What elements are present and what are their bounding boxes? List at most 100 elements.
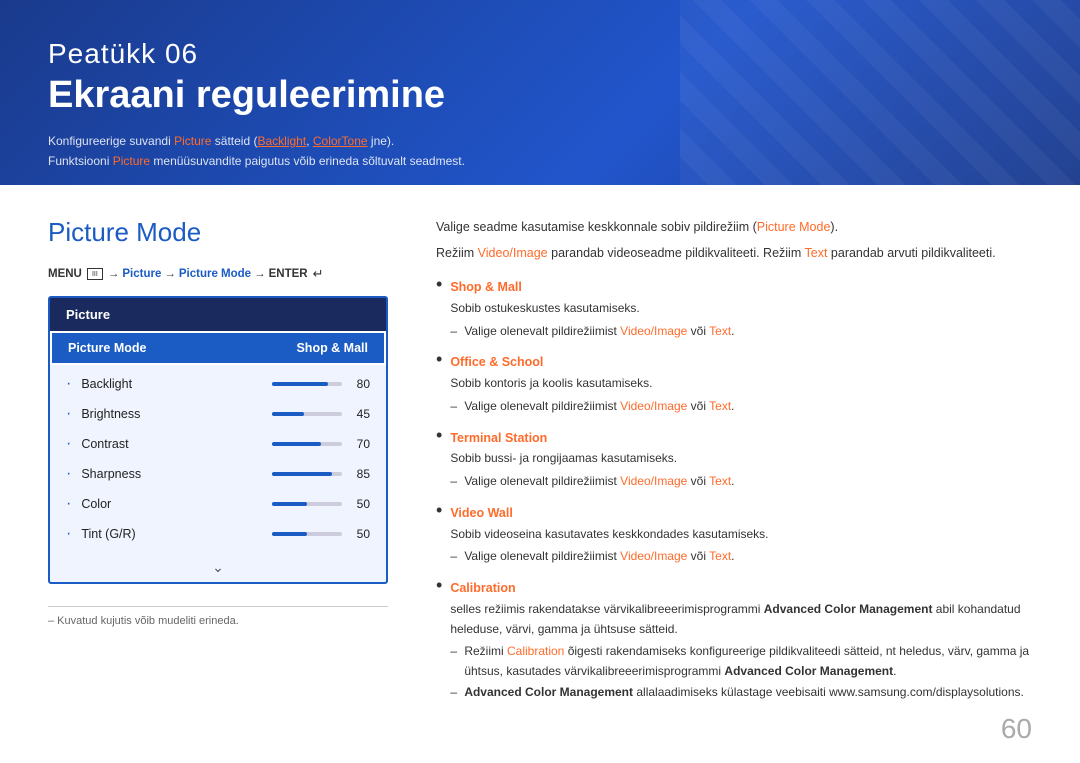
setting-label: Tint (G/R) bbox=[81, 527, 264, 541]
sub-list: Valige olenevalt pildirežiimist Video/Im… bbox=[450, 547, 768, 567]
bullet-title: Calibration bbox=[450, 578, 1032, 599]
bullet-dot: • bbox=[436, 426, 442, 444]
picture-mode-value: Shop & Mall bbox=[296, 341, 368, 355]
menu-path: MENU III → Picture → Picture Mode → ENTE… bbox=[48, 266, 388, 282]
setting-bar-container: 50 bbox=[272, 527, 370, 541]
list-item: • Office & SchoolSobib kontoris ja kooli… bbox=[436, 352, 1032, 417]
setting-dot: · bbox=[66, 436, 71, 452]
header-banner: Peatükk 06 Ekraani reguleerimine Konfigu… bbox=[0, 0, 1080, 185]
sub-list-item: Valige olenevalt pildirežiimist Video/Im… bbox=[450, 472, 734, 492]
sub-list: Valige olenevalt pildirežiimist Video/Im… bbox=[450, 397, 734, 417]
bullet-title: Video Wall bbox=[450, 503, 768, 524]
setting-bar-fill bbox=[272, 382, 328, 386]
page-number: 60 bbox=[1001, 713, 1032, 745]
setting-bar bbox=[272, 412, 342, 416]
bullet-dot: • bbox=[436, 576, 442, 594]
bullet-title: Office & School bbox=[450, 352, 734, 373]
setting-value: 70 bbox=[350, 437, 370, 451]
intro-line1: Valige seadme kasutamise keskkonnale sob… bbox=[436, 217, 1032, 238]
bullet-dot: • bbox=[436, 350, 442, 368]
list-item: • Shop & MallSobib ostukeskustes kasutam… bbox=[436, 277, 1032, 342]
sub-list-item: Režiimi Calibration õigesti rakendamisek… bbox=[450, 642, 1032, 682]
picture-mode-row[interactable]: Picture Mode Shop & Mall bbox=[50, 331, 386, 365]
header-desc-line1: Konfigureerige suvandi Picture sätteid (… bbox=[48, 131, 1032, 151]
setting-dot: · bbox=[66, 466, 71, 482]
setting-label: Sharpness bbox=[81, 467, 264, 481]
sub-list-item: Valige olenevalt pildirežiimist Video/Im… bbox=[450, 547, 768, 567]
bullet-desc: selles režiimis rakendatakse värvikalibr… bbox=[450, 600, 1032, 640]
bullet-title: Terminal Station bbox=[450, 428, 734, 449]
setting-label: Backlight bbox=[81, 377, 264, 391]
sub-list: Valige olenevalt pildirežiimist Video/Im… bbox=[450, 322, 734, 342]
bullet-content: Calibrationselles režiimis rakendatakse … bbox=[450, 578, 1032, 704]
panel-footnote: – Kuvatud kujutis võib mudeliti erineda. bbox=[48, 615, 388, 627]
setting-row[interactable]: · Sharpness 85 bbox=[50, 459, 386, 489]
setting-row[interactable]: · Color 50 bbox=[50, 489, 386, 519]
setting-dot: · bbox=[66, 526, 71, 542]
enter-icon: ↵ bbox=[313, 266, 324, 282]
setting-bar bbox=[272, 442, 342, 446]
setting-label: Contrast bbox=[81, 437, 264, 451]
sub-list: Režiimi Calibration õigesti rakendamisek… bbox=[450, 642, 1032, 702]
bullet-desc: Sobib bussi- ja rongijaamas kasutamiseks… bbox=[450, 449, 734, 469]
setting-bar-container: 50 bbox=[272, 497, 370, 511]
bullet-desc: Sobib kontoris ja koolis kasutamiseks. bbox=[450, 374, 734, 394]
setting-value: 45 bbox=[350, 407, 370, 421]
setting-bar-fill bbox=[272, 472, 332, 476]
setting-row[interactable]: · Contrast 70 bbox=[50, 429, 386, 459]
bullet-dot: • bbox=[436, 275, 442, 293]
setting-dot: · bbox=[66, 406, 71, 422]
list-item: • Video WallSobib videoseina kasutavates… bbox=[436, 503, 1032, 568]
bullet-list: • Shop & MallSobib ostukeskustes kasutam… bbox=[436, 277, 1032, 703]
bullet-content: Office & SchoolSobib kontoris ja koolis … bbox=[450, 352, 734, 417]
intro-line2: Režiim Video/Image parandab videoseadme … bbox=[436, 243, 1032, 264]
setting-bar-container: 80 bbox=[272, 377, 370, 391]
setting-bar-container: 85 bbox=[272, 467, 370, 481]
setting-dot: · bbox=[66, 496, 71, 512]
picture-panel: Picture Picture Mode Shop & Mall · Backl… bbox=[48, 296, 388, 584]
setting-bar bbox=[272, 532, 342, 536]
setting-value: 50 bbox=[350, 527, 370, 541]
bullet-title: Shop & Mall bbox=[450, 277, 734, 298]
list-item: • Calibrationselles režiimis rakendataks… bbox=[436, 578, 1032, 704]
bullet-content: Shop & MallSobib ostukeskustes kasutamis… bbox=[450, 277, 734, 342]
setting-value: 85 bbox=[350, 467, 370, 481]
setting-bar-fill bbox=[272, 502, 307, 506]
setting-bar-fill bbox=[272, 412, 304, 416]
panel-footer: – Kuvatud kujutis võib mudeliti erineda. bbox=[48, 606, 388, 627]
setting-dot: · bbox=[66, 376, 71, 392]
setting-bar bbox=[272, 502, 342, 506]
setting-bar-fill bbox=[272, 532, 307, 536]
setting-value: 50 bbox=[350, 497, 370, 511]
setting-row[interactable]: · Brightness 45 bbox=[50, 399, 386, 429]
page-title: Ekraani reguleerimine bbox=[48, 74, 1032, 117]
right-intro: Valige seadme kasutamise keskkonnale sob… bbox=[436, 217, 1032, 263]
panel-header: Picture bbox=[50, 298, 386, 331]
bullet-desc: Sobib videoseina kasutavates keskkondade… bbox=[450, 525, 768, 545]
menu-icon: III bbox=[87, 268, 103, 280]
setting-row[interactable]: · Backlight 80 bbox=[50, 369, 386, 399]
bullet-dot: • bbox=[436, 501, 442, 519]
sub-list-item: Advanced Color Management allalaadimisek… bbox=[450, 683, 1032, 703]
chapter-label: Peatükk 06 bbox=[48, 38, 1032, 70]
chevron-down[interactable]: ⌄ bbox=[50, 553, 386, 582]
right-column: Valige seadme kasutamise keskkonnale sob… bbox=[436, 217, 1032, 739]
bullet-content: Video WallSobib videoseina kasutavates k… bbox=[450, 503, 768, 568]
section-title: Picture Mode bbox=[48, 217, 388, 248]
header-desc-line2: Funktsiooni Picture menüüsuvandite paigu… bbox=[48, 151, 1032, 171]
main-content: Picture Mode MENU III → Picture → Pictur… bbox=[0, 185, 1080, 763]
sub-list-item: Valige olenevalt pildirežiimist Video/Im… bbox=[450, 322, 734, 342]
bullet-content: Terminal StationSobib bussi- ja rongijaa… bbox=[450, 428, 734, 493]
setting-row[interactable]: · Tint (G/R) 50 bbox=[50, 519, 386, 549]
setting-value: 80 bbox=[350, 377, 370, 391]
sub-list-item: Valige olenevalt pildirežiimist Video/Im… bbox=[450, 397, 734, 417]
setting-bar bbox=[272, 382, 342, 386]
left-column: Picture Mode MENU III → Picture → Pictur… bbox=[48, 217, 388, 739]
setting-bar bbox=[272, 472, 342, 476]
picture-settings: · Backlight 80 · Brightness 45 · Contras… bbox=[50, 365, 386, 553]
bullet-desc: Sobib ostukeskustes kasutamiseks. bbox=[450, 299, 734, 319]
header-description: Konfigureerige suvandi Picture sätteid (… bbox=[48, 131, 1032, 172]
list-item: • Terminal StationSobib bussi- ja rongij… bbox=[436, 428, 1032, 493]
setting-bar-container: 45 bbox=[272, 407, 370, 421]
sub-list: Valige olenevalt pildirežiimist Video/Im… bbox=[450, 472, 734, 492]
